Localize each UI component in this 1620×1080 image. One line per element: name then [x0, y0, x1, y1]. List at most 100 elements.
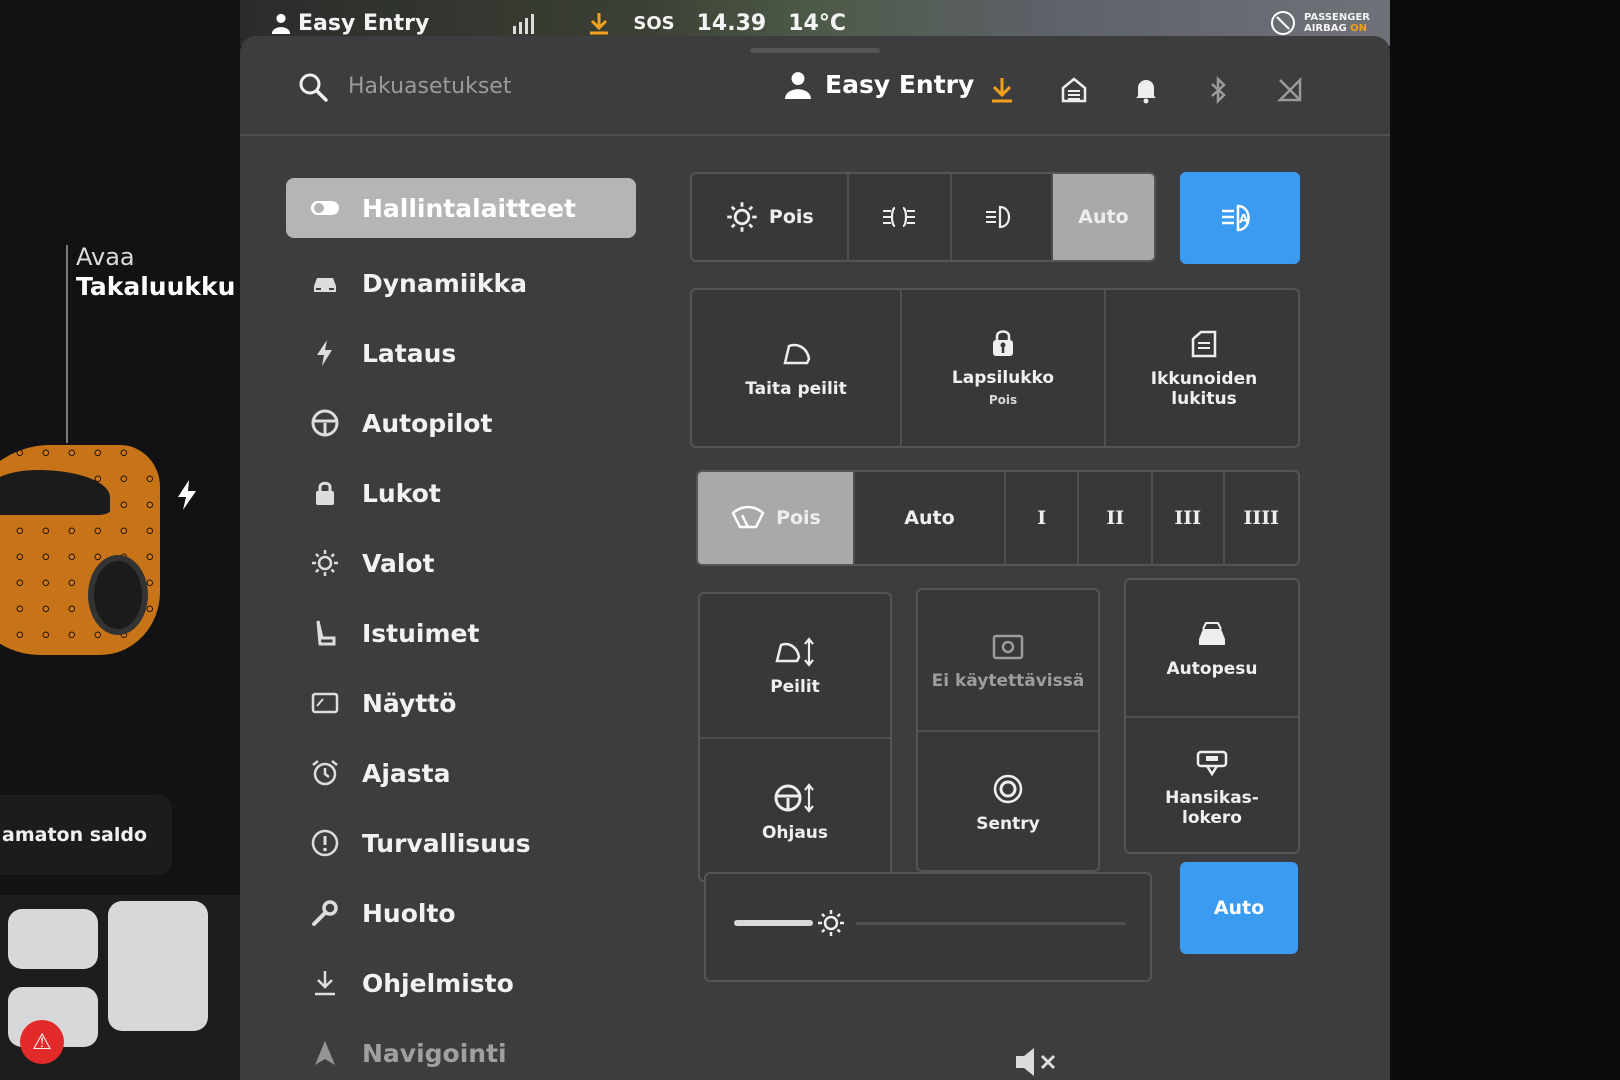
signal-icon [513, 14, 535, 34]
wipers-auto-option[interactable]: Auto [855, 472, 1006, 564]
mute-volume-icon[interactable] [1010, 1044, 1090, 1080]
wipers-off-label: Pois [776, 507, 821, 529]
passenger-airbag-indicator: PASSENGER AIRBAG ON [1270, 10, 1370, 36]
glovebox-label-2: lokero [1182, 808, 1242, 828]
sun-icon [312, 550, 338, 576]
wiper-icon [731, 505, 765, 529]
display-icon [311, 692, 339, 714]
wiper-speed-4-label: IIII [1243, 507, 1280, 529]
window-lock-label-2: lukitus [1171, 389, 1237, 409]
download-icon[interactable] [988, 76, 1016, 104]
menu-label: Hallintalaitteet [362, 193, 576, 223]
trunk-callout-line [66, 245, 68, 443]
menu-label: Valot [362, 548, 435, 578]
wipers-off-option[interactable]: Pois [698, 472, 855, 564]
wiper-speed-2[interactable]: II [1079, 472, 1153, 564]
profile-button[interactable]: Easy Entry [785, 70, 974, 99]
menu-item-autopilot[interactable]: Autopilot [286, 388, 636, 458]
alert-circle-icon [311, 829, 339, 857]
child-lock-label: Lapsilukko [951, 368, 1055, 388]
glovebox-icon [1196, 750, 1228, 777]
fold-mirrors-button[interactable]: Taita peilit [692, 290, 902, 446]
car-wash-button[interactable]: Autopesu [1126, 580, 1298, 718]
glovebox-button[interactable]: Hansikas- lokero [1126, 718, 1298, 852]
open-trunk-button[interactable]: Avaa Takaluukku [76, 242, 235, 302]
charge-port-bolt-icon[interactable] [176, 480, 198, 510]
menu-item-safety[interactable]: Turvallisuus [286, 808, 636, 878]
lights-off-option[interactable]: Pois [692, 174, 849, 260]
mirror-icon [783, 343, 811, 365]
toggle-icon [311, 201, 339, 215]
menu-label: Ajasta [362, 758, 451, 788]
fold-mirrors-label: Taita peilit [745, 379, 847, 399]
window-lock-label-1: Ikkunoiden [1150, 369, 1258, 389]
menu-item-locks[interactable]: Lukot [286, 458, 636, 528]
person-icon [785, 71, 811, 99]
low-beam-option[interactable] [952, 174, 1053, 260]
wiper-mode-selector: Pois Auto I II III IIII [696, 470, 1300, 566]
menu-label: Turvallisuus [362, 828, 531, 858]
quick-controls-row1: Taita peilit Lapsilukko Pois Ikkunoiden … [690, 288, 1300, 448]
menu-item-navigation[interactable]: Navigointi [286, 1018, 636, 1080]
no-signal-icon [1276, 76, 1302, 102]
search-input[interactable] [348, 66, 708, 106]
window-lock-button[interactable]: Ikkunoiden lukitus [1106, 290, 1298, 446]
auto-high-beam-button[interactable]: A [1180, 172, 1300, 264]
glovebox-label-1: Hansikas- [1165, 788, 1259, 808]
panel-drag-handle[interactable] [750, 48, 880, 53]
mirrors-adjust-button[interactable]: Peilit [700, 594, 890, 739]
menu-item-service[interactable]: Huolto [286, 878, 636, 948]
temperature: 14°C [788, 10, 846, 36]
menu-item-charging[interactable]: Lataus [286, 318, 636, 388]
camera-icon [992, 634, 1024, 660]
status-profile[interactable]: Easy Entry [270, 11, 429, 36]
wiper-speed-2-label: II [1106, 507, 1125, 529]
wiper-speed-3[interactable]: III [1153, 472, 1225, 564]
display-brightness-slider[interactable] [704, 872, 1152, 982]
steering-adjust-icon [774, 782, 814, 813]
car-wash-icon [1199, 622, 1225, 645]
menu-item-software[interactable]: Ohjelmisto [286, 948, 636, 1018]
sentry-mode-button[interactable]: Sentry [918, 732, 1098, 870]
car-icon [314, 278, 336, 292]
controls-panel: Easy Entry Hallintalaitteet Dynamiikka L… [240, 36, 1390, 1080]
child-lock-button[interactable]: Lapsilukko Pois [902, 290, 1106, 446]
search-icon [299, 73, 328, 102]
wiper-speed-1[interactable]: I [1006, 472, 1080, 564]
menu-label: Ohjelmisto [362, 968, 514, 998]
menu-item-seats[interactable]: Istuimet [286, 598, 636, 668]
settings-menu: Hallintalaitteet Dynamiikka Lataus Autop… [286, 178, 636, 1080]
balance-card[interactable]: amaton saldo [0, 795, 172, 875]
menu-item-lights[interactable]: Valot [286, 528, 636, 598]
wiper-speed-1-label: I [1037, 507, 1047, 529]
menu-label: Istuimet [362, 618, 480, 648]
bell-icon[interactable] [1132, 76, 1160, 104]
sentry-icon [993, 774, 1023, 804]
alarm-clock-icon [312, 760, 338, 786]
bluetooth-icon[interactable] [1204, 76, 1232, 104]
balance-label: amaton saldo [2, 824, 148, 846]
menu-label: Navigointi [362, 1038, 507, 1068]
brightness-sun-icon[interactable] [816, 908, 846, 938]
parking-lights-option[interactable] [849, 174, 952, 260]
car-wash-label: Autopesu [1166, 659, 1258, 679]
brightness-auto-button[interactable]: Auto [1180, 862, 1298, 954]
child-lock-icon [993, 330, 1013, 356]
auto-high-beam-icon: A [1222, 204, 1250, 232]
steering-adjust-button[interactable]: Ohjaus [700, 739, 890, 880]
menu-item-controls[interactable]: Hallintalaitteet [286, 178, 636, 238]
wiper-speed-4[interactable]: IIII [1225, 472, 1299, 564]
camera-sentry-group: Ei käytettävissä Sentry [916, 588, 1100, 872]
download-icon [315, 971, 335, 996]
menu-item-schedule[interactable]: Ajasta [286, 738, 636, 808]
navigation-icon [315, 1041, 335, 1065]
mirror-adjust-icon [775, 636, 814, 667]
clock: 14.39 [696, 10, 767, 36]
wiper-speed-3-label: III [1174, 507, 1202, 529]
lights-auto-option[interactable]: Auto [1052, 174, 1154, 260]
home-garage-icon[interactable] [1060, 76, 1088, 104]
menu-item-dynamics[interactable]: Dynamiikka [286, 248, 636, 318]
dashcam-unavailable-tile: Ei käytettävissä [918, 590, 1098, 732]
menu-item-display[interactable]: Näyttö [286, 668, 636, 738]
menu-label: Autopilot [362, 408, 493, 438]
